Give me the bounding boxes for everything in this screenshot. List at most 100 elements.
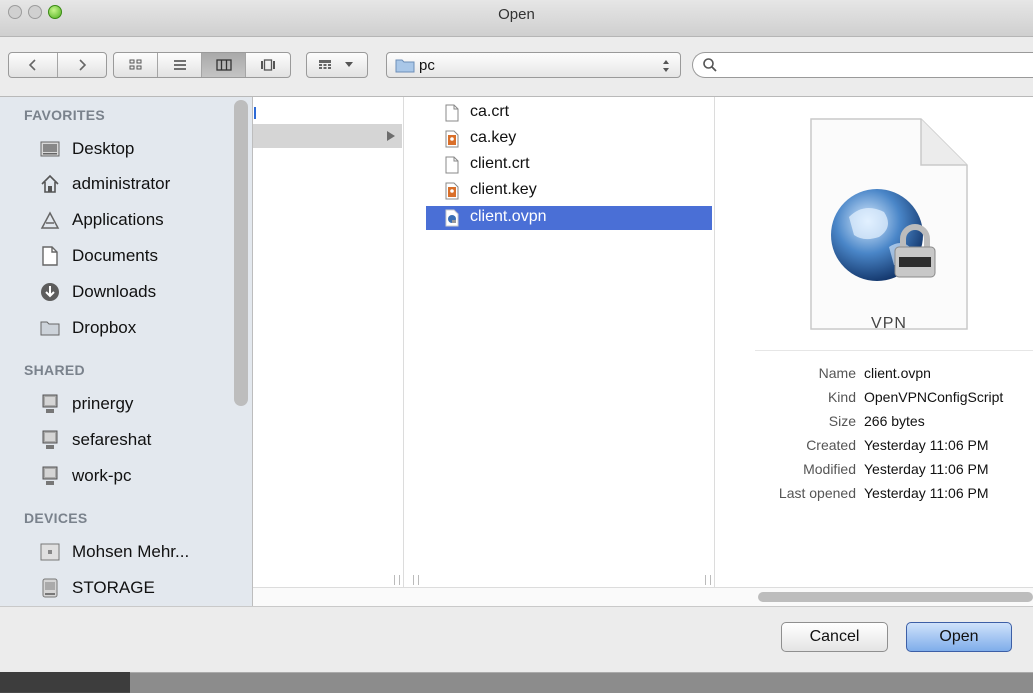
disclosure-arrow-icon <box>387 131 395 141</box>
info-row-last-opened: Last opened Yesterday 11:06 PM <box>715 485 1033 507</box>
info-row-kind: Kind OpenVPNConfigScript <box>715 389 1033 411</box>
computer-icon <box>40 542 60 562</box>
column-view-button[interactable] <box>202 53 245 77</box>
info-key: Size <box>828 413 856 429</box>
search-input[interactable] <box>723 56 1017 76</box>
icon-view-button[interactable] <box>114 53 157 77</box>
home-icon <box>40 174 60 194</box>
info-value: Yesterday 11:06 PM <box>864 461 989 477</box>
document-icon <box>445 156 459 174</box>
info-row-size: Size 266 bytes <box>715 413 1033 435</box>
info-value: client.ovpn <box>864 365 931 381</box>
sidebar: FAVORITES Desktop administrator Applicat… <box>0 97 253 606</box>
cancel-button[interactable]: Cancel <box>781 622 888 652</box>
background-window-edge <box>0 672 1033 693</box>
sidebar-item-label: sefareshat <box>72 430 152 449</box>
arrange-button[interactable] <box>306 52 368 78</box>
sidebar-item-applications[interactable]: Applications <box>24 203 239 235</box>
applications-icon <box>40 210 60 230</box>
folder-icon <box>40 318 60 338</box>
sidebar-item-storage[interactable]: STORAGE <box>24 571 239 603</box>
key-file-icon <box>445 130 459 148</box>
vpn-badge-label: VPN <box>871 315 907 332</box>
info-key: Created <box>806 437 856 453</box>
info-row-created: Created Yesterday 11:06 PM <box>715 437 1033 459</box>
file-name: ca.crt <box>470 103 510 120</box>
file-row-client-crt[interactable]: client.crt <box>426 153 712 177</box>
sidebar-item-label: STORAGE <box>72 578 155 597</box>
sidebar-item-downloads[interactable]: Downloads <box>24 275 239 307</box>
arrange-grid-icon <box>315 53 335 77</box>
drive-icon <box>40 578 60 598</box>
sidebar-item-mohsen-mehr[interactable]: Mohsen Mehr... <box>24 535 239 567</box>
view-mode-control <box>113 52 291 78</box>
file-name: client.crt <box>470 155 530 172</box>
chevron-right-icon <box>79 59 87 71</box>
file-name: ca.key <box>470 129 517 146</box>
forward-button[interactable] <box>58 53 106 77</box>
path-popup[interactable]: pc <box>386 52 681 78</box>
sidebar-heading-shared: SHARED <box>24 362 85 378</box>
list-view-icon <box>173 60 186 70</box>
title-bar: Open <box>0 0 1033 37</box>
sidebar-item-label: Desktop <box>72 139 135 158</box>
open-dialog: Open pc FAVORITES Desktop administrator … <box>0 0 1033 672</box>
desktop-icon <box>40 139 60 159</box>
sidebar-item-work-pc[interactable]: work-pc <box>24 459 239 491</box>
browser-column-2: ca.crt ca.key client.crt client.key clie… <box>404 97 715 587</box>
sidebar-item-prinergy[interactable]: prinergy <box>24 387 239 419</box>
network-computer-icon <box>40 394 60 414</box>
documents-icon <box>40 246 60 266</box>
ovpn-file-icon <box>445 209 459 227</box>
network-computer-icon <box>40 466 60 486</box>
horizontal-scroll-thumb[interactable] <box>758 592 1033 602</box>
sidebar-item-sefareshat[interactable]: sefareshat <box>24 423 239 455</box>
column-resize-handle[interactable] <box>705 575 711 585</box>
list-view-button[interactable] <box>158 53 201 77</box>
coverflow-view-icon <box>261 59 275 71</box>
column-resize-handle[interactable] <box>394 575 400 585</box>
sidebar-heading-favorites: FAVORITES <box>24 107 106 123</box>
chevron-down-icon <box>341 53 357 77</box>
search-icon <box>703 58 717 72</box>
sidebar-item-desktop[interactable]: Desktop <box>24 132 239 164</box>
back-forward-control <box>8 52 107 78</box>
horizontal-scrollbar[interactable] <box>253 587 1033 607</box>
sidebar-item-documents[interactable]: Documents <box>24 239 239 271</box>
info-key: Name <box>818 365 856 381</box>
column-resize-handle[interactable] <box>413 575 419 585</box>
open-button[interactable]: Open <box>906 622 1012 652</box>
column-view-icon <box>215 59 232 71</box>
sidebar-item-label: administrator <box>72 174 171 193</box>
back-button[interactable] <box>9 53 57 77</box>
folder-icon <box>395 59 415 73</box>
info-value: Yesterday 11:06 PM <box>864 485 989 501</box>
file-name: client.ovpn <box>470 208 547 225</box>
sidebar-item-label: Documents <box>72 246 158 265</box>
network-computer-icon <box>40 430 60 450</box>
coverflow-view-button[interactable] <box>246 53 290 77</box>
chevron-left-icon <box>28 59 36 71</box>
sidebar-item-label: prinergy <box>72 394 134 413</box>
sidebar-item-dropbox[interactable]: Dropbox <box>24 311 239 343</box>
search-field[interactable] <box>692 52 1033 78</box>
sidebar-item-label: Applications <box>72 210 164 229</box>
window-title: Open <box>498 6 535 23</box>
file-row-ca-crt[interactable]: ca.crt <box>426 101 712 125</box>
vpn-globe-lock-icon <box>810 118 968 330</box>
file-row-ca-key[interactable]: ca.key <box>426 127 712 151</box>
icon-view-icon <box>129 59 141 70</box>
sidebar-item-label: Mohsen Mehr... <box>72 542 190 561</box>
info-key: Modified <box>803 461 856 477</box>
path-label: pc <box>419 57 435 74</box>
file-row-client-ovpn[interactable]: client.ovpn <box>426 206 712 230</box>
downloads-icon <box>40 282 60 302</box>
selected-folder-row[interactable] <box>253 124 402 148</box>
vpn-document-preview: VPN <box>809 117 969 332</box>
sidebar-scrollbar[interactable] <box>234 100 248 406</box>
sidebar-item-label: work-pc <box>72 466 132 485</box>
info-key: Last opened <box>778 485 856 501</box>
file-row-client-key[interactable]: client.key <box>426 179 712 203</box>
info-key: Kind <box>827 389 856 405</box>
sidebar-item-administrator[interactable]: administrator <box>24 167 239 199</box>
